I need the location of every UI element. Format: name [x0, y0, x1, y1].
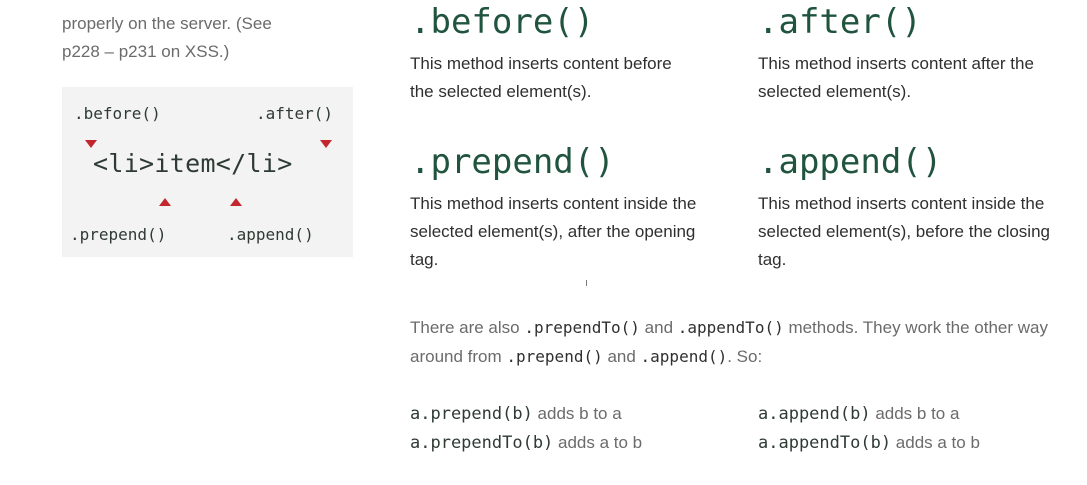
note-text-1: There are also: [410, 318, 525, 337]
example-code: a.append(b): [758, 404, 871, 424]
diagram-prepend-label: .prepend(): [70, 225, 167, 244]
diagram-after-label: .after(): [256, 104, 334, 123]
example-code: a.prepend(b): [410, 404, 533, 424]
append-method-card: .append() This method inserts content in…: [758, 142, 1078, 274]
example-code: a.appendTo(b): [758, 433, 892, 453]
example-row-appendto: a.appendTo(b) adds a to b: [758, 428, 980, 458]
before-method-card: .before() This method inserts content be…: [410, 2, 730, 106]
before-method-title: .before(): [410, 2, 595, 42]
intro-line-1: properly on the server. (See: [62, 14, 272, 33]
example-row-append: a.append(b) adds b to a: [758, 399, 959, 429]
note-code-prepend: .prepend(): [506, 347, 603, 366]
note-text-5: . So:: [727, 347, 763, 366]
prepend-marker-icon: [159, 198, 171, 206]
prependto-appendto-note: There are also .prependTo() and .appendT…: [410, 313, 1070, 371]
prepend-method-title: .prepend(): [410, 142, 615, 182]
diagram-append-label: .append(): [227, 225, 314, 244]
example-code: a.prependTo(b): [410, 433, 554, 453]
example-description: adds b to a: [532, 404, 622, 423]
note-text-4: and: [602, 347, 641, 366]
intro-line-2: p228 – p231 on XSS.): [62, 42, 230, 61]
after-method-description: This method inserts content after the se…: [758, 54, 1034, 101]
before-method-description: This method inserts content before the s…: [410, 54, 672, 101]
append-method-title: .append(): [758, 142, 943, 182]
note-code-prependto: .prependTo(): [524, 318, 640, 337]
example-description: adds a to b: [891, 433, 980, 452]
before-marker-icon: [85, 140, 97, 148]
example-row-prependto: a.prependTo(b) adds a to b: [410, 428, 642, 458]
example-description: adds a to b: [553, 433, 643, 452]
intro-paragraph: properly on the server. (See p228 – p231…: [62, 10, 342, 66]
note-code-appendto: .appendTo(): [677, 318, 784, 337]
after-marker-icon: [320, 140, 332, 148]
note-text-2: and: [639, 318, 678, 337]
prepend-method-card: .prepend() This method inserts content i…: [410, 142, 730, 274]
after-method-title: .after(): [758, 2, 922, 42]
insertion-diagram: .before() .after() <li>item</li> .prepen…: [62, 87, 353, 257]
example-row-prepend: a.prepend(b) adds b to a: [410, 399, 622, 429]
diagram-before-label: .before(): [74, 104, 161, 123]
after-method-card: .after() This method inserts content aft…: [758, 2, 1078, 106]
append-marker-icon: [230, 198, 242, 206]
diagram-list-item: <li>item</li>: [93, 149, 293, 178]
cut-off-text-line: [62, 0, 322, 4]
small-mark: [586, 280, 587, 286]
append-method-description: This method inserts content inside the s…: [758, 194, 1050, 269]
note-code-append: .append(): [640, 347, 728, 366]
example-description: adds b to a: [870, 404, 960, 423]
prepend-method-description: This method inserts content inside the s…: [410, 194, 697, 269]
